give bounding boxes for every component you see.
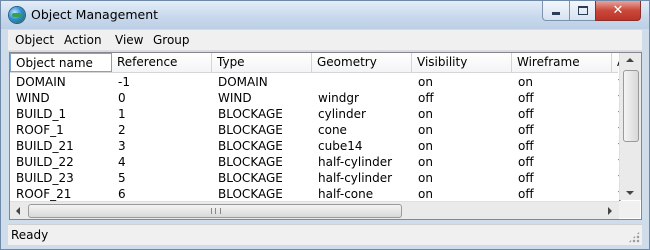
cell-wireframe: off xyxy=(518,123,534,137)
scroll-left-icon[interactable] xyxy=(16,207,20,215)
cell-geometry: cylinder xyxy=(318,107,366,121)
cell-geometry xyxy=(312,74,412,90)
cell-reference: 0 xyxy=(118,91,126,105)
cell-visibility: on xyxy=(418,107,433,121)
cell-geometry: half-cylinder xyxy=(318,171,393,185)
cell-visibility: on xyxy=(418,155,433,169)
resize-grip-icon[interactable] xyxy=(628,231,640,243)
cell-geometry: cone xyxy=(318,123,347,137)
grip-icon xyxy=(211,208,221,214)
cell-visibility: off xyxy=(418,91,434,105)
cell-type: BLOCKAGE xyxy=(218,171,283,185)
cell-wireframe: off xyxy=(518,91,534,105)
cell-reference: 2 xyxy=(118,123,126,137)
column-header-geometry[interactable]: Geometry xyxy=(312,53,412,72)
cell-object-name: BUILD_1 xyxy=(16,107,67,121)
vertical-scrollbar[interactable] xyxy=(619,53,641,200)
cell-reference: 5 xyxy=(118,171,126,185)
column-header-type[interactable]: Type xyxy=(212,53,312,72)
scroll-down-icon[interactable] xyxy=(626,191,634,195)
cell-wireframe: off xyxy=(518,139,534,153)
scroll-right-icon[interactable] xyxy=(608,207,612,215)
column-header-object-name[interactable]: Object name xyxy=(10,53,112,72)
cell-wireframe: off xyxy=(518,187,534,201)
column-header-reference[interactable]: Reference xyxy=(112,53,212,72)
cell-reference: 6 xyxy=(118,187,126,201)
cell-visibility: on xyxy=(418,75,433,89)
cell-geometry: cube14 xyxy=(318,139,363,153)
table-row[interactable]: ROOF_21 6 BLOCKAGE half-cone on off y xyxy=(10,186,625,202)
cell-object-name: ROOF_1 xyxy=(16,123,64,137)
table-row[interactable]: BUILD_23 5 BLOCKAGE half-cylinder on off… xyxy=(10,170,625,186)
menu-object[interactable]: Object xyxy=(15,33,54,47)
status-bar: Ready xyxy=(8,224,642,245)
cell-type: DOMAIN xyxy=(218,75,268,89)
cell-reference: 4 xyxy=(118,155,126,169)
table-row[interactable]: WIND 0 WIND windgr off off y xyxy=(10,90,625,106)
cell-visibility: on xyxy=(418,171,433,185)
minimize-icon xyxy=(552,12,560,15)
cell-visibility: on xyxy=(418,187,433,201)
cell-wireframe: on xyxy=(518,75,533,89)
cell-type: WIND xyxy=(218,91,252,105)
scroll-corner xyxy=(619,201,640,218)
cell-reference: 1 xyxy=(118,107,126,121)
cell-geometry: half-cone xyxy=(318,187,374,201)
cell-object-name: WIND xyxy=(16,91,50,105)
object-management-window: Object Management ✕ Object Action View G… xyxy=(0,0,650,250)
cell-geometry: windgr xyxy=(318,91,359,105)
cell-object-name: BUILD_22 xyxy=(16,155,74,169)
column-header-wireframe[interactable]: Wireframe xyxy=(512,53,612,72)
object-table[interactable]: Object name Reference Type Geometry Visi… xyxy=(9,52,642,220)
cell-object-name: DOMAIN xyxy=(16,75,66,89)
table-row[interactable]: DOMAIN -1 DOMAIN on on y xyxy=(10,74,625,90)
cell-visibility: on xyxy=(418,123,433,137)
table-row[interactable]: BUILD_1 1 BLOCKAGE cylinder on off y xyxy=(10,106,625,122)
vertical-scroll-thumb[interactable] xyxy=(623,70,639,142)
cell-object-name: ROOF_21 xyxy=(16,187,72,201)
menu-bar: Object Action View Group xyxy=(8,30,642,51)
horizontal-scrollbar[interactable] xyxy=(10,201,619,219)
close-button[interactable]: ✕ xyxy=(595,1,641,21)
menu-group[interactable]: Group xyxy=(153,33,190,47)
cell-type: BLOCKAGE xyxy=(218,155,283,169)
cell-wireframe: off xyxy=(518,155,534,169)
menu-action[interactable]: Action xyxy=(64,33,102,47)
cell-reference: 3 xyxy=(118,139,126,153)
cell-object-name: BUILD_21 xyxy=(16,139,74,153)
menu-view[interactable]: View xyxy=(115,33,143,47)
window-title: Object Management xyxy=(31,7,159,22)
cell-object-name: BUILD_23 xyxy=(16,171,74,185)
table-row[interactable]: ROOF_1 2 BLOCKAGE cone on off y xyxy=(10,122,625,138)
cell-wireframe: off xyxy=(518,107,534,121)
cell-type: BLOCKAGE xyxy=(218,107,283,121)
cell-type: BLOCKAGE xyxy=(218,139,283,153)
maximize-icon xyxy=(577,6,588,15)
title-bar[interactable]: Object Management ✕ xyxy=(1,1,649,29)
cell-type: BLOCKAGE xyxy=(218,187,283,201)
cell-visibility: on xyxy=(418,139,433,153)
scroll-up-icon[interactable] xyxy=(626,58,634,62)
cell-reference: -1 xyxy=(118,75,130,89)
horizontal-scroll-thumb[interactable] xyxy=(28,204,402,218)
table-header: Object name Reference Type Geometry Visi… xyxy=(10,53,625,73)
minimize-button[interactable] xyxy=(542,1,570,21)
close-icon: ✕ xyxy=(612,3,624,18)
status-text: Ready xyxy=(11,228,49,242)
cell-type: BLOCKAGE xyxy=(218,123,283,137)
column-header-visibility[interactable]: Visibility xyxy=(412,53,512,72)
table-row[interactable]: BUILD_22 4 BLOCKAGE half-cylinder on off… xyxy=(10,154,625,170)
cell-wireframe: off xyxy=(518,171,534,185)
globe-icon xyxy=(9,7,25,23)
cell-geometry: half-cylinder xyxy=(318,155,393,169)
maximize-button[interactable] xyxy=(569,1,596,21)
table-row[interactable]: BUILD_21 3 BLOCKAGE cube14 on off y xyxy=(10,138,625,154)
